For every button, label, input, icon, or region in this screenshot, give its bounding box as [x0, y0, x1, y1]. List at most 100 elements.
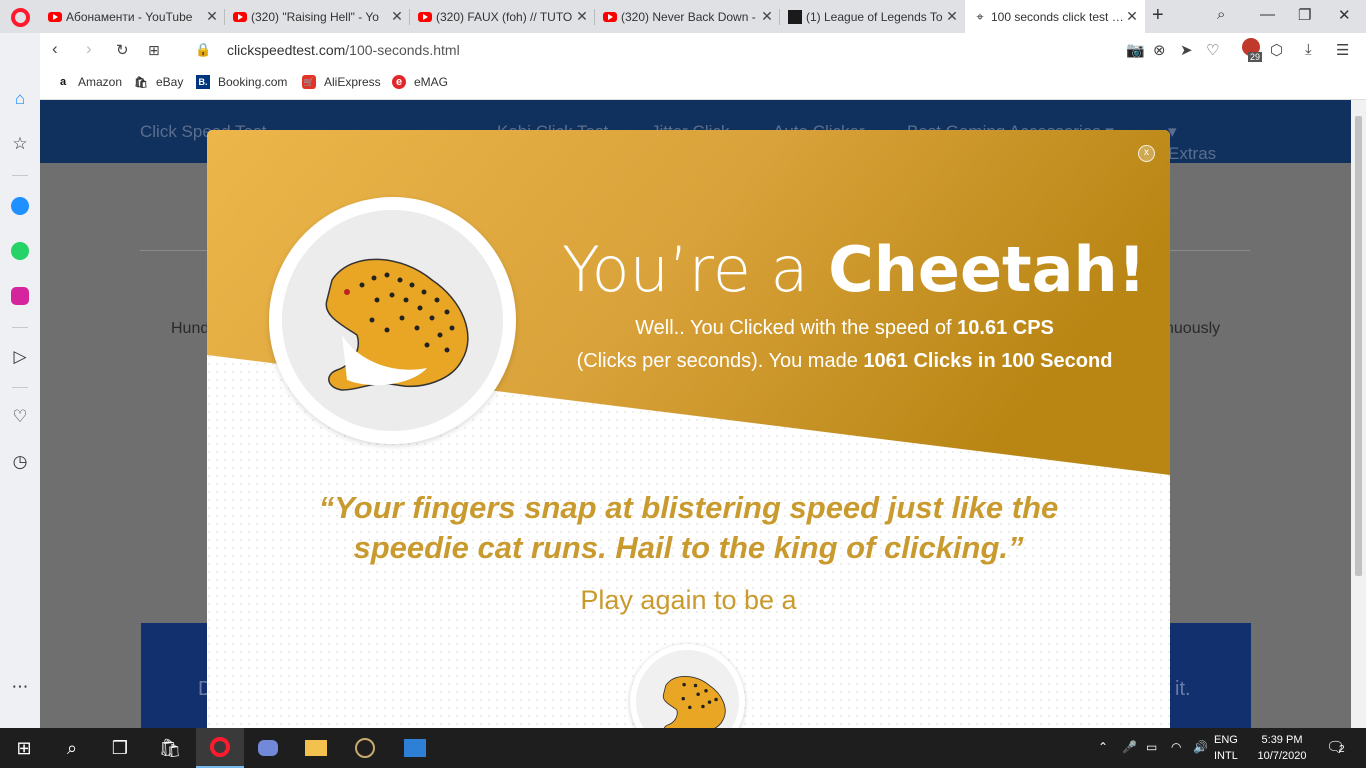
- messenger-icon[interactable]: [9, 195, 31, 217]
- close-icon[interactable]: ✕: [945, 8, 959, 25]
- scrollbar-thumb[interactable]: [1355, 116, 1362, 576]
- tab-label: (320) FAUX (foh) // TUTO: [436, 9, 573, 24]
- pinboard-heart-icon[interactable]: ♡: [9, 406, 31, 428]
- store-icon[interactable]: 🛍: [146, 728, 194, 768]
- photos-icon[interactable]: [391, 728, 439, 768]
- close-icon[interactable]: ✕: [575, 8, 589, 25]
- tab-bar: Абонаменти - YouTube ✕ (320) "Raising He…: [0, 0, 1366, 33]
- bookmark-label: eMAG: [414, 75, 449, 89]
- url-field[interactable]: clickspeedtest.com/100-seconds.html: [227, 42, 460, 58]
- bookmarks-bar: a Amazon 🛍 eBay B. Booking.com 🛒 AliExpr…: [40, 68, 1366, 100]
- whatsapp-icon[interactable]: [9, 240, 31, 262]
- adblock-count: 29: [1248, 52, 1263, 62]
- task-view-icon[interactable]: ❒: [96, 728, 144, 768]
- tab-label: Абонаменти - YouTube: [66, 9, 193, 24]
- result-modal: x You’re a Cheetah! Well.. You Clicked w…: [207, 130, 1170, 728]
- taskbar-clock[interactable]: 5:39 PM 10/7/2020: [1252, 732, 1312, 764]
- page-scrollbar[interactable]: [1351, 100, 1366, 728]
- league-client-icon[interactable]: [341, 728, 389, 768]
- speed-dial-icon[interactable]: ⊞: [148, 42, 160, 59]
- bookmark-booking[interactable]: B. Booking.com: [196, 75, 287, 89]
- minimize-icon[interactable]: —: [1260, 6, 1275, 23]
- discord-icon[interactable]: [244, 728, 292, 768]
- adblock-plus-icon[interactable]: 29: [1242, 38, 1263, 62]
- volume-icon[interactable]: 🔊: [1193, 740, 1208, 754]
- reload-icon[interactable]: ↻: [116, 41, 129, 59]
- play-again-text: Play again to be a: [580, 585, 797, 615]
- opera-taskbar-icon[interactable]: [196, 728, 244, 768]
- result-headline: You’re a Cheetah!: [562, 233, 1146, 306]
- youtube-icon: [603, 11, 617, 22]
- send-flow-icon[interactable]: ▷: [9, 346, 31, 368]
- page-text-right: nuously: [1165, 320, 1221, 337]
- close-icon[interactable]: ✕: [760, 8, 774, 25]
- file-explorer-icon[interactable]: [292, 728, 340, 768]
- history-icon[interactable]: ◷: [9, 451, 31, 473]
- emag-icon: e: [392, 75, 406, 89]
- close-icon[interactable]: ✕: [1125, 8, 1139, 25]
- bookmark-amazon[interactable]: a Amazon: [56, 75, 122, 89]
- snapshot-icon[interactable]: 📷: [1126, 41, 1145, 59]
- bookmark-label: Amazon: [78, 75, 123, 89]
- result-quote: “Your fingers snap at blistering speed j…: [318, 490, 1059, 565]
- wifi-icon[interactable]: ◠: [1171, 740, 1181, 754]
- window-close-icon[interactable]: ✕: [1338, 6, 1351, 24]
- cps-result-line: Well.. You Clicked with the speed of 10.…: [635, 317, 1054, 339]
- tab-1[interactable]: Абонаменти - YouTube ✕: [40, 0, 225, 33]
- windows-taskbar: ⊞ ⌕ ❒ 🛍 ⌃ 🎤 ▭ ◠ 🔊 ENG INTL 5:39 PM 10/7/…: [0, 728, 1366, 768]
- heart-icon[interactable]: ♡: [1206, 41, 1219, 59]
- instagram-icon[interactable]: [9, 285, 31, 307]
- cheetah-icon: [662, 676, 726, 728]
- battery-icon[interactable]: ▭: [1146, 740, 1157, 754]
- adblock-shield-icon[interactable]: ⊗: [1153, 41, 1166, 59]
- home-icon[interactable]: ⌂: [9, 88, 31, 110]
- start-icon[interactable]: ⊞: [0, 728, 48, 768]
- close-icon[interactable]: ✕: [205, 8, 219, 25]
- cps-value: 10.61 CPS: [957, 317, 1054, 339]
- address-bar: ‹ › ↻ ⊞ 🔒 clickspeedtest.com/100-seconds…: [40, 33, 1366, 68]
- easy-setup-icon[interactable]: ☰: [1336, 41, 1349, 59]
- notifications-icon[interactable]: 🗨 2: [1326, 738, 1345, 756]
- clock-time: 5:39 PM: [1261, 734, 1303, 746]
- tab-3[interactable]: (320) FAUX (foh) // TUTO ✕: [410, 0, 595, 33]
- input-language[interactable]: ENG INTL: [1214, 732, 1238, 764]
- bookmark-label: eBay: [156, 75, 184, 89]
- search-icon[interactable]: ⌕: [48, 728, 96, 768]
- url-path: /100-seconds.html: [345, 42, 460, 58]
- opera-sidebar: ⌂ ☆ ▷ ♡ ◷ ⋯: [0, 33, 40, 728]
- tab-label: (1) League of Legends To: [806, 9, 943, 24]
- youtube-icon: [233, 11, 247, 22]
- tab-label: (320) Never Back Down -: [621, 9, 756, 24]
- tab-2[interactable]: (320) "Raising Hell" - Yo ✕: [225, 0, 410, 33]
- ebay-icon: 🛍: [134, 76, 148, 89]
- bookmark-aliexpress[interactable]: 🛒 AliExpress: [302, 75, 381, 89]
- league-icon: [788, 9, 802, 24]
- bookmark-ebay[interactable]: 🛍 eBay: [134, 75, 183, 89]
- download-icon[interactable]: ⤓: [1305, 41, 1312, 58]
- bookmark-label: AliExpress: [324, 75, 381, 89]
- cursor-icon: ⌖: [976, 8, 984, 24]
- forward-icon[interactable]: ›: [86, 39, 92, 59]
- microphone-icon[interactable]: 🎤: [1122, 740, 1137, 754]
- tab-4[interactable]: (320) Never Back Down - ✕: [595, 0, 780, 33]
- speed-dial-star-icon[interactable]: ☆: [9, 133, 31, 155]
- tab-label: 100 seconds click test - C: [991, 9, 1125, 24]
- tab-5[interactable]: (1) League of Legends To ✕: [780, 0, 965, 33]
- opera-menu-icon[interactable]: [11, 8, 30, 27]
- send-icon[interactable]: ➤: [1180, 41, 1193, 59]
- bookmark-emag[interactable]: e eMAG: [392, 75, 448, 89]
- cheetah-icon: [325, 258, 469, 391]
- tab-search-icon[interactable]: ⌕: [1217, 6, 1225, 23]
- back-icon[interactable]: ‹: [52, 39, 58, 59]
- restore-icon[interactable]: ❐: [1298, 6, 1311, 24]
- show-hidden-icons-icon[interactable]: ⌃: [1098, 740, 1108, 754]
- youtube-icon: [48, 11, 62, 22]
- tab-label: (320) "Raising Hell" - Yo: [251, 9, 379, 24]
- close-icon[interactable]: ✕: [390, 8, 404, 25]
- more-icon[interactable]: ⋯: [9, 676, 31, 698]
- close-modal-button[interactable]: x: [1138, 145, 1155, 162]
- tab-6-active[interactable]: ⌖ 100 seconds click test - C ✕: [965, 0, 1145, 33]
- clicks-value: 1061 Clicks in 100 Second: [863, 350, 1113, 372]
- extensions-icon[interactable]: ⬡: [1270, 41, 1283, 59]
- new-tab-button[interactable]: +: [1152, 4, 1164, 27]
